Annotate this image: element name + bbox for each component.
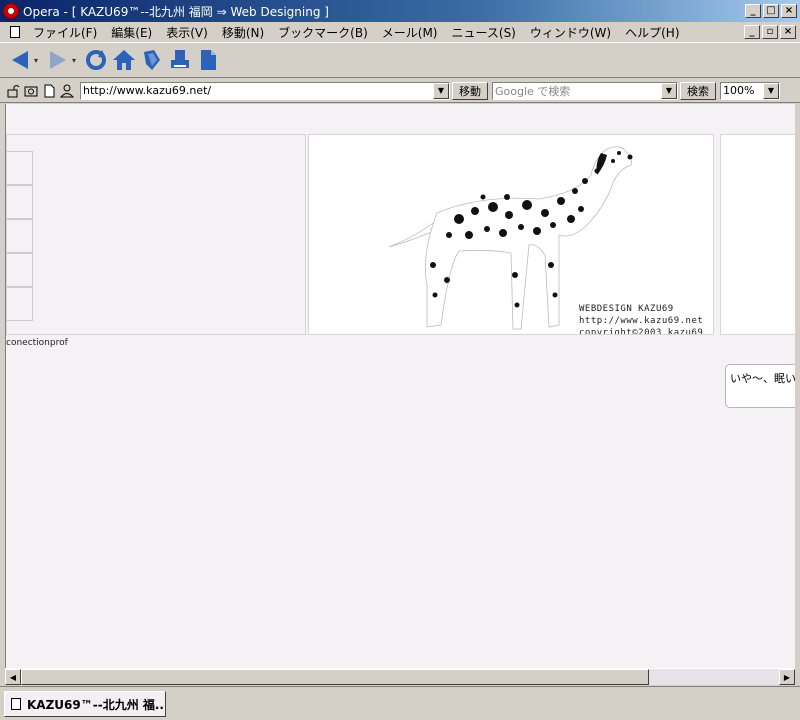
menu-edit[interactable]: 編集(E) bbox=[104, 24, 159, 41]
document-icon[interactable] bbox=[10, 26, 20, 38]
security-button[interactable] bbox=[4, 82, 22, 100]
home-button[interactable] bbox=[110, 46, 138, 74]
window-controls: _ □ × bbox=[745, 4, 797, 18]
caption-line-3: copyright©2003 kazu69 bbox=[579, 328, 704, 335]
search-field[interactable]: Google で検索 ▼ bbox=[492, 81, 678, 100]
forward-arrow-icon bbox=[50, 51, 66, 69]
hotlist-icon bbox=[144, 50, 160, 70]
go-button[interactable]: 移動 bbox=[452, 81, 488, 100]
right-panel bbox=[720, 134, 795, 335]
zoom-dropdown[interactable]: ▼ bbox=[763, 82, 779, 99]
zoom-value: 100% bbox=[723, 84, 755, 97]
navigation-toolbar: ▾ ▾ bbox=[0, 42, 800, 78]
user-icon bbox=[60, 84, 74, 97]
hero-caption: WEBDESIGN KAZU69 http://www.kazu69.net c… bbox=[579, 303, 704, 335]
minimize-button[interactable]: _ bbox=[745, 4, 761, 18]
doc-minimize-button[interactable]: _ bbox=[744, 25, 760, 39]
blank-page-icon bbox=[44, 84, 55, 97]
reload-icon bbox=[86, 50, 106, 70]
scroll-left-button[interactable]: ◀ bbox=[5, 669, 21, 685]
print-icon bbox=[171, 50, 189, 68]
site-nav-item[interactable] bbox=[7, 287, 33, 321]
home-icon bbox=[113, 50, 135, 70]
search-engine-dropdown[interactable]: ▼ bbox=[661, 82, 677, 99]
hero-banner: WEBDESIGN KAZU69 http://www.kazu69.net c… bbox=[308, 134, 714, 335]
menu-window[interactable]: ウィンドウ(W) bbox=[523, 24, 618, 41]
forward-history-dropdown[interactable]: ▾ bbox=[72, 56, 82, 65]
scroll-right-button[interactable]: ▶ bbox=[779, 669, 795, 685]
page-tab-label: KAZU69™--北九州 福... bbox=[27, 697, 166, 712]
menu-bar: ファイル(F) 編集(E) 表示(V) 移動(N) ブックマーク(B) メール(… bbox=[0, 22, 800, 42]
doc-close-button[interactable]: × bbox=[780, 25, 796, 39]
menu-bookmarks[interactable]: ブックマーク(B) bbox=[271, 24, 375, 41]
title-bar: Opera - [ KAZU69™--北九州 福岡 ⇒ Web Designin… bbox=[0, 0, 800, 22]
search-button[interactable]: 検索 bbox=[680, 81, 716, 100]
connection-profile-text: conectionprof bbox=[6, 338, 68, 348]
page-info-button[interactable] bbox=[40, 82, 58, 100]
maximize-button[interactable]: □ bbox=[763, 4, 779, 18]
back-button[interactable] bbox=[6, 46, 34, 74]
reload-button[interactable] bbox=[82, 46, 110, 74]
speech-text: いや〜、眠い bbox=[730, 372, 795, 385]
hotlist-button[interactable] bbox=[138, 46, 166, 74]
caption-line-2: http://www.kazu69.net bbox=[579, 316, 704, 326]
site-nav-item[interactable] bbox=[7, 219, 33, 253]
back-arrow-icon bbox=[12, 51, 28, 69]
url-history-dropdown[interactable]: ▼ bbox=[433, 82, 449, 99]
new-page-button[interactable] bbox=[194, 46, 222, 74]
doc-restore-button[interactable]: ▫ bbox=[762, 25, 778, 39]
horizontal-scrollbar[interactable]: ◀ ▶ bbox=[5, 668, 795, 685]
menu-navigate[interactable]: 移動(N) bbox=[215, 24, 271, 41]
url-text: http://www.kazu69.net/ bbox=[83, 84, 212, 97]
menu-help[interactable]: ヘルプ(H) bbox=[618, 24, 686, 41]
address-toolbar: http://www.kazu69.net/ ▼ 移動 Google で検索 ▼… bbox=[0, 79, 800, 103]
user-mode-button[interactable] bbox=[58, 82, 76, 100]
site-nav-item[interactable] bbox=[7, 253, 33, 287]
page-icon bbox=[201, 50, 216, 70]
window-title: Opera - [ KAZU69™--北九州 福岡 ⇒ Web Designin… bbox=[23, 4, 329, 19]
site-nav-item[interactable] bbox=[7, 185, 33, 219]
document-window-controls: _ ▫ × bbox=[744, 25, 796, 39]
zoom-select[interactable]: 100% ▼ bbox=[720, 81, 780, 100]
page-tab[interactable]: KAZU69™--北九州 福... bbox=[4, 691, 166, 717]
caption-line-1: WEBDESIGN KAZU69 bbox=[579, 304, 674, 314]
site-nav-item[interactable] bbox=[7, 151, 33, 185]
forward-button[interactable] bbox=[44, 46, 72, 74]
search-placeholder: Google で検索 bbox=[495, 84, 571, 98]
back-history-dropdown[interactable]: ▾ bbox=[34, 56, 44, 65]
camera-icon bbox=[24, 86, 38, 96]
cookie-button[interactable] bbox=[22, 82, 40, 100]
padlock-open-icon bbox=[7, 84, 20, 97]
scroll-thumb[interactable] bbox=[21, 669, 649, 685]
window-tab-bar: KAZU69™--北九州 福... bbox=[0, 686, 800, 720]
menu-view[interactable]: 表示(V) bbox=[159, 24, 215, 41]
site-nav-panel bbox=[6, 134, 306, 335]
close-button[interactable]: × bbox=[781, 4, 797, 18]
menu-file[interactable]: ファイル(F) bbox=[26, 24, 104, 41]
menu-news[interactable]: ニュース(S) bbox=[444, 24, 522, 41]
url-field[interactable]: http://www.kazu69.net/ ▼ bbox=[80, 81, 450, 100]
opera-logo-icon bbox=[3, 3, 19, 19]
page-viewport: WEBDESIGN KAZU69 http://www.kazu69.net c… bbox=[5, 104, 795, 668]
menu-mail[interactable]: メール(M) bbox=[375, 24, 445, 41]
speech-bubble: いや〜、眠い bbox=[725, 364, 795, 408]
print-button[interactable] bbox=[166, 46, 194, 74]
page-tab-icon bbox=[11, 698, 21, 710]
